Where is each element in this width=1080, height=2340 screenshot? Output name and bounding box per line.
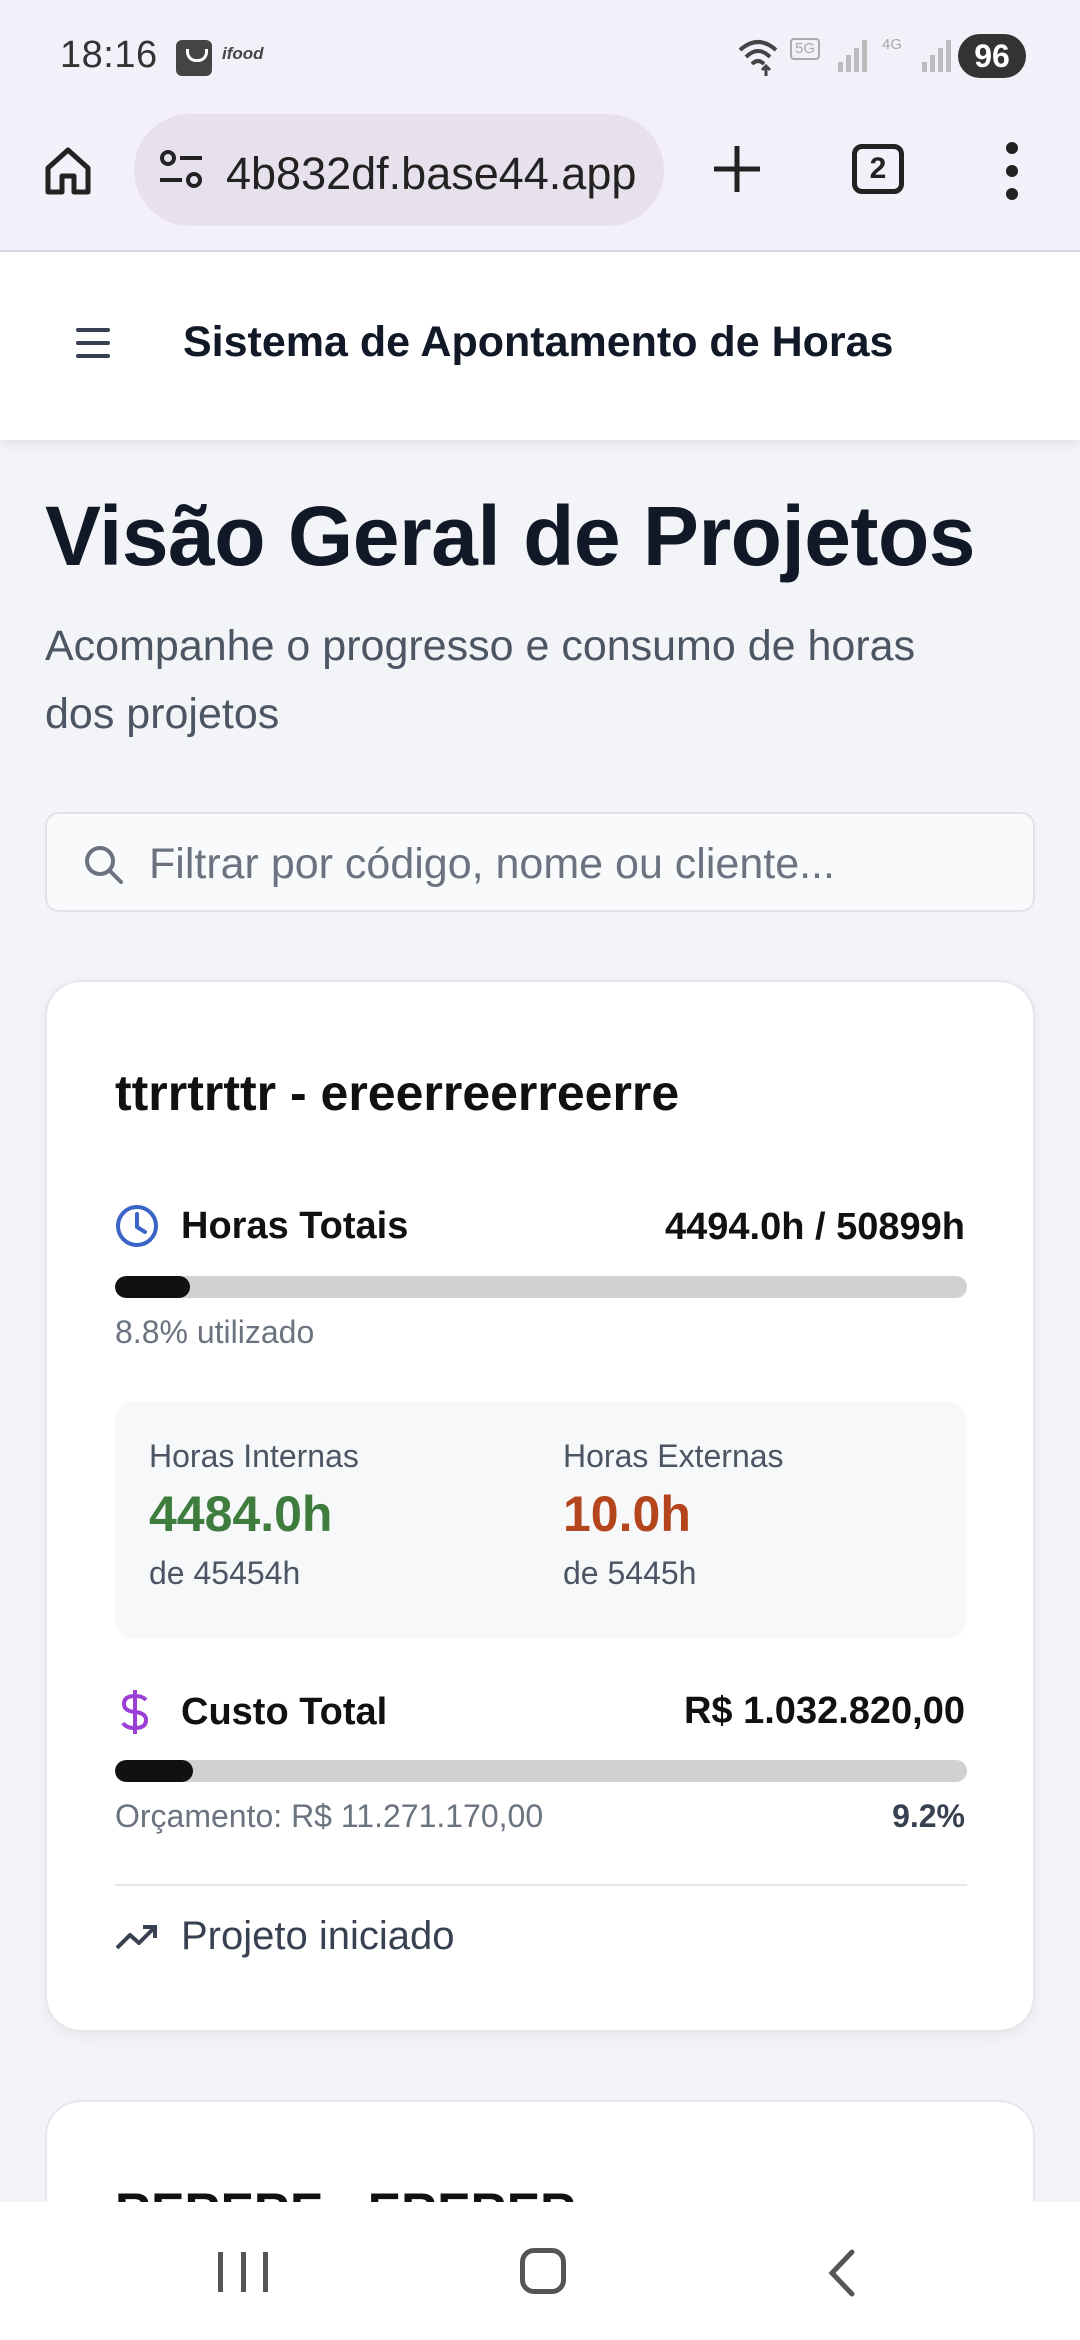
dollar-icon [121,1690,149,1734]
cost-progress-bar [115,1760,967,1782]
project-status-text: Projeto iniciado [181,1914,455,1958]
app-title: Sistema de Apontamento de Horas [183,318,894,366]
shopping-app-icon [176,40,212,76]
tab-switcher-button[interactable]: 2 [852,144,904,194]
battery-indicator: 96 [958,34,1026,78]
project-status-row: Projeto iniciado [115,1914,455,1959]
ifood-icon: ifood [222,44,264,63]
page-title: Visão Geral de Projetos [45,489,976,583]
hours-used-text: 8.8% utilizado [115,1314,315,1350]
network-5g-label: 5G [790,38,821,60]
browser-home-button[interactable] [36,138,100,202]
budget-percent: 9.2% [892,1798,965,1834]
cost-label-row: Custo Total [115,1688,387,1736]
hours-breakdown-panel: Horas Internas 4484.0h de 45454h Horas E… [115,1402,967,1638]
status-time: 18:16 [60,34,158,76]
status-bar: 18:16 ifood 5G 4G 96 [0,0,1080,112]
total-hours-value: 4494.0h / 50899h [665,1206,965,1248]
trending-up-icon [115,1924,157,1949]
card-divider [115,1884,967,1886]
project-card[interactable]: ttrrtrttr - ereerreerreerre Horas Totais… [45,980,1035,2032]
hours-progress-bar [115,1276,967,1298]
internal-hours-sub: de 45454h [149,1555,301,1591]
signal-icon [838,40,867,72]
page-subtitle: Acompanhe o progresso e consumo de horas… [45,622,916,738]
new-tab-plus-icon[interactable] [702,134,772,204]
internal-hours-value: 4484.0h [149,1486,333,1542]
hours-progress-fill [115,1276,190,1298]
external-hours-label: Horas Externas [563,1438,784,1474]
home-icon [45,147,91,195]
back-icon[interactable] [822,2248,862,2298]
clock-icon [116,1205,158,1247]
total-hours-label-row: Horas Totais [115,1204,408,1248]
address-bar[interactable]: 4b832df.base44.app [134,114,664,226]
cost-value: R$ 1.032.820,00 [683,1690,965,1732]
signal-icon-2 [922,40,951,72]
external-hours-sub: de 5445h [563,1555,697,1591]
app-header: Sistema de Apontamento de Horas [0,252,1080,440]
project-title: ttrrtrttr - ereerreerreerre [115,1065,680,1121]
cost-label: Custo Total [181,1690,388,1733]
internal-hours-label: Horas Internas [149,1438,359,1474]
browser-toolbar: 4b832df.base44.app 2 [0,112,1080,252]
url-text: 4b832df.base44.app [226,148,637,199]
total-hours-label: Horas Totais [181,1204,409,1247]
search-icon [85,846,123,884]
menu-icon[interactable] [76,328,116,362]
budget-text: Orçamento: R$ 11.271.170,00 [115,1798,544,1834]
internal-hours-block: Horas Internas 4484.0h de 45454h [149,1438,359,1592]
site-settings-icon[interactable] [158,148,204,192]
recents-button[interactable] [218,2252,268,2292]
home-nav-button[interactable] [520,2248,566,2294]
network-4g-label: 4G [882,36,903,53]
search-input[interactable] [149,836,1009,892]
external-hours-value: 10.0h [563,1486,691,1542]
more-vert-icon[interactable] [990,136,1034,206]
wifi-icon [738,40,778,76]
cost-progress-fill [115,1760,194,1782]
system-nav-bar [0,2202,1080,2340]
search-field[interactable] [45,812,1035,912]
external-hours-block: Horas Externas 10.0h de 5445h [563,1438,784,1592]
